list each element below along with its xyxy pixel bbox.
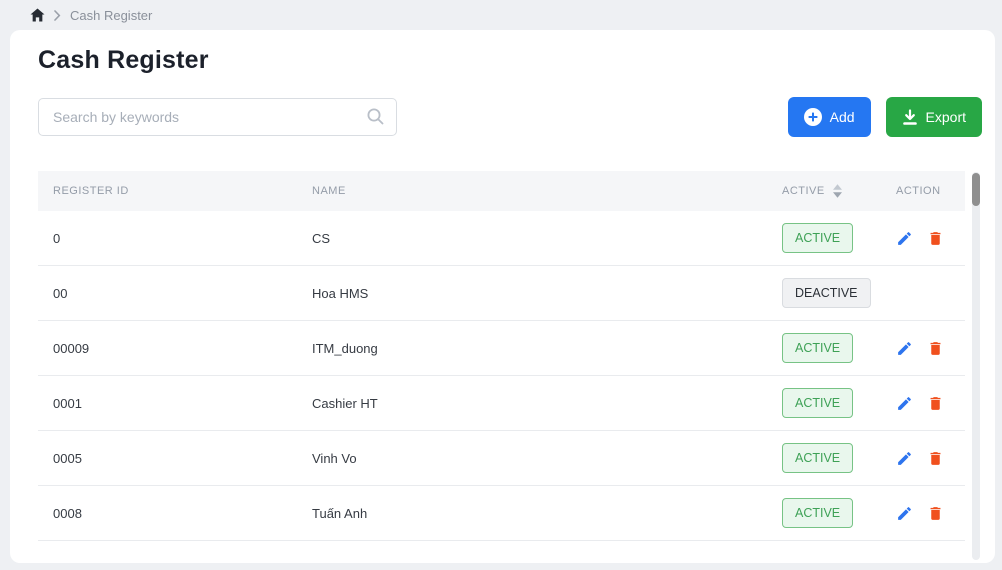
search-wrap — [38, 98, 397, 136]
cell-active: ACTIVE — [782, 388, 896, 418]
main-card: Cash Register Add — [10, 30, 995, 563]
breadcrumb-current: Cash Register — [70, 8, 152, 23]
cell-action — [896, 505, 965, 522]
cell-name: Vinh Vo — [312, 451, 782, 466]
delete-trash-icon[interactable] — [927, 505, 944, 522]
table-scrollbar-thumb[interactable] — [972, 173, 980, 206]
cell-action — [896, 340, 965, 357]
edit-pencil-icon[interactable] — [896, 230, 913, 247]
header-active[interactable]: ACTIVE — [782, 184, 896, 198]
table-row: 00009 ITM_duong ACTIVE — [38, 321, 965, 376]
export-button[interactable]: Export — [886, 97, 982, 137]
status-badge[interactable]: ACTIVE — [782, 333, 853, 363]
cell-active: DEACTIVE — [782, 278, 896, 308]
table-row: 00 Hoa HMS DEACTIVE — [38, 266, 965, 321]
cell-name: CS — [312, 231, 782, 246]
delete-trash-icon[interactable] — [927, 230, 944, 247]
cell-name: Tuấn Anh — [312, 506, 782, 521]
table-row: 0 CS ACTIVE — [38, 211, 965, 266]
table-header: REGISTER ID NAME ACTIVE ACTION — [38, 171, 965, 211]
toolbar: Add Export — [38, 97, 982, 137]
edit-pencil-icon[interactable] — [896, 450, 913, 467]
download-icon — [902, 109, 918, 126]
add-button-label: Add — [830, 109, 855, 125]
delete-trash-icon[interactable] — [927, 450, 944, 467]
cell-register-id: 00 — [53, 286, 312, 301]
chevron-right-icon — [54, 10, 61, 21]
cell-active: ACTIVE — [782, 443, 896, 473]
header-name: NAME — [312, 185, 782, 197]
cell-action — [896, 395, 965, 412]
add-button[interactable]: Add — [788, 97, 871, 137]
header-action: ACTION — [896, 185, 965, 197]
header-active-label: ACTIVE — [782, 185, 825, 197]
status-badge[interactable]: ACTIVE — [782, 443, 853, 473]
status-badge[interactable]: ACTIVE — [782, 223, 853, 253]
breadcrumb: Cash Register — [0, 0, 1002, 30]
cell-register-id: 0 — [53, 231, 312, 246]
cell-active: ACTIVE — [782, 223, 896, 253]
edit-pencil-icon[interactable] — [896, 340, 913, 357]
cell-name: Cashier HT — [312, 396, 782, 411]
status-badge[interactable]: ACTIVE — [782, 388, 853, 418]
search-icon — [366, 107, 385, 131]
status-badge[interactable]: DEACTIVE — [782, 278, 871, 308]
cell-active: ACTIVE — [782, 498, 896, 528]
button-group: Add Export — [788, 97, 982, 137]
table-row: 0001 Cashier HT ACTIVE — [38, 376, 965, 431]
header-register-id: REGISTER ID — [53, 185, 312, 197]
table-scrollbar-track[interactable] — [972, 172, 980, 560]
edit-pencil-icon[interactable] — [896, 505, 913, 522]
table-body: 0 CS ACTIVE 00 Hoa HMS DEACTIVE 00009 — [38, 211, 965, 541]
cell-register-id: 00009 — [53, 341, 312, 356]
search-input[interactable] — [38, 98, 397, 136]
table-row: 0008 Tuấn Anh ACTIVE — [38, 486, 965, 541]
cell-action — [896, 230, 965, 247]
cell-active: ACTIVE — [782, 333, 896, 363]
edit-pencil-icon[interactable] — [896, 395, 913, 412]
delete-trash-icon[interactable] — [927, 340, 944, 357]
sort-icon[interactable] — [833, 184, 842, 198]
table-row: 0005 Vinh Vo ACTIVE — [38, 431, 965, 486]
delete-trash-icon[interactable] — [927, 395, 944, 412]
cell-name: Hoa HMS — [312, 286, 782, 301]
cell-name: ITM_duong — [312, 341, 782, 356]
export-button-label: Export — [926, 109, 966, 125]
register-table: REGISTER ID NAME ACTIVE ACTION 0 CS ACTI… — [38, 171, 965, 541]
cell-register-id: 0005 — [53, 451, 312, 466]
cell-action — [896, 450, 965, 467]
plus-circle-icon — [804, 108, 822, 126]
page-title: Cash Register — [10, 30, 995, 75]
cell-register-id: 0008 — [53, 506, 312, 521]
status-badge[interactable]: ACTIVE — [782, 498, 853, 528]
home-icon[interactable] — [30, 8, 45, 22]
cell-register-id: 0001 — [53, 396, 312, 411]
